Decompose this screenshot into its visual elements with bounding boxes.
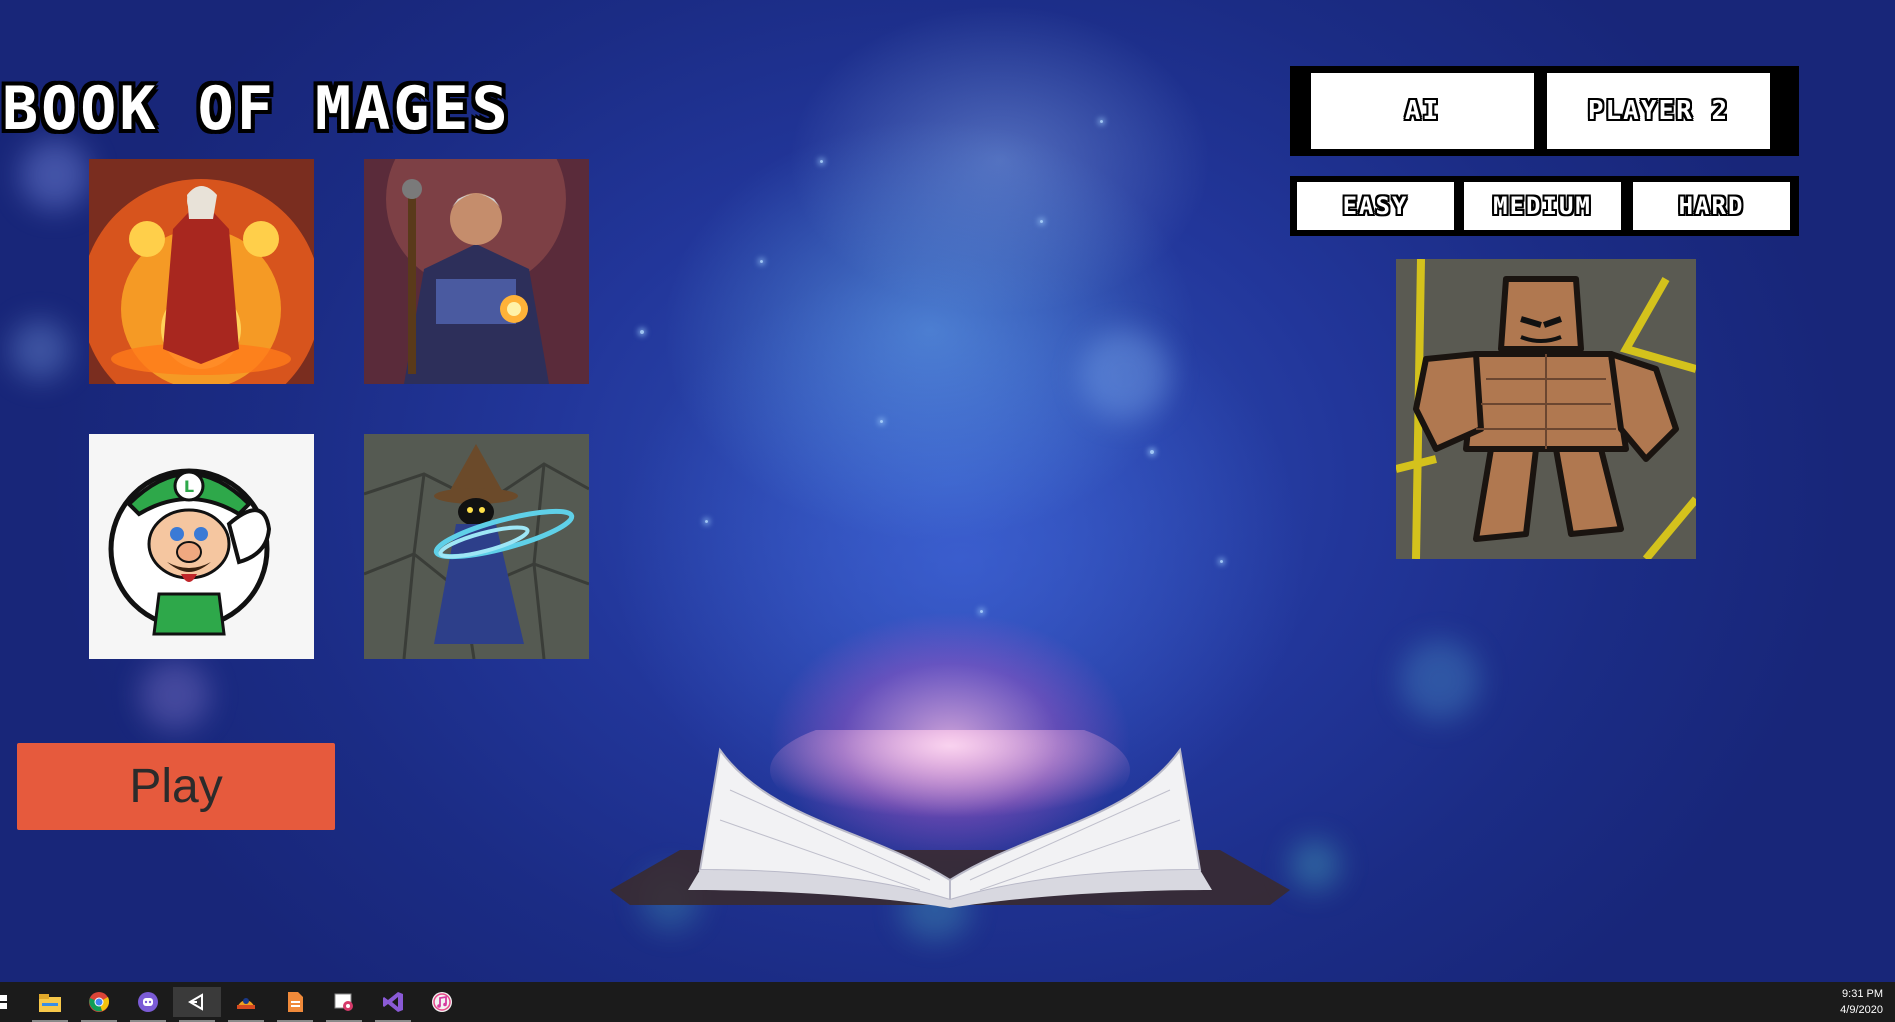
start-icon[interactable] (0, 994, 8, 1010)
golem-portrait (1396, 259, 1696, 559)
visual-studio-icon[interactable] (369, 987, 417, 1022)
mode-selector: AI PLAYER 2 (1290, 66, 1799, 156)
clock-date: 4/9/2020 (1840, 1004, 1883, 1016)
mode-ai-button[interactable]: AI (1311, 73, 1534, 149)
game-title: BOOK OF MAGES (2, 74, 511, 144)
gitkraken-icon[interactable] (222, 987, 270, 1022)
svg-text:L: L (184, 477, 194, 496)
open-book-illustration (610, 730, 1290, 908)
snipping-tool-icon[interactable] (320, 987, 368, 1022)
itunes-icon[interactable] (418, 987, 466, 1017)
chrome-icon[interactable] (75, 987, 123, 1022)
difficulty-selector: EASY MEDIUM HARD (1290, 176, 1799, 236)
system-clock[interactable]: 9:31 PM 4/9/2020 (1840, 986, 1883, 1018)
mode-player2-button[interactable]: PLAYER 2 (1547, 73, 1770, 149)
difficulty-medium-button[interactable]: MEDIUM (1464, 182, 1621, 230)
discord-icon[interactable] (124, 987, 172, 1022)
file-explorer-icon[interactable] (26, 987, 74, 1022)
staff-mage-portrait[interactable] (364, 159, 589, 384)
clock-time: 9:31 PM (1842, 988, 1883, 1000)
difficulty-hard-button[interactable]: HARD (1633, 182, 1790, 230)
windows-taskbar: 9:31 PM 4/9/2020 (0, 982, 1895, 1022)
fire-sorceress-portrait[interactable] (89, 159, 314, 384)
difficulty-easy-button[interactable]: EASY (1297, 182, 1454, 230)
unity-icon[interactable] (173, 987, 221, 1022)
black-mage-portrait[interactable] (364, 434, 589, 659)
luigi-portrait[interactable]: L (89, 434, 314, 659)
play-button[interactable]: Play (17, 743, 335, 830)
document-icon[interactable] (271, 987, 319, 1022)
